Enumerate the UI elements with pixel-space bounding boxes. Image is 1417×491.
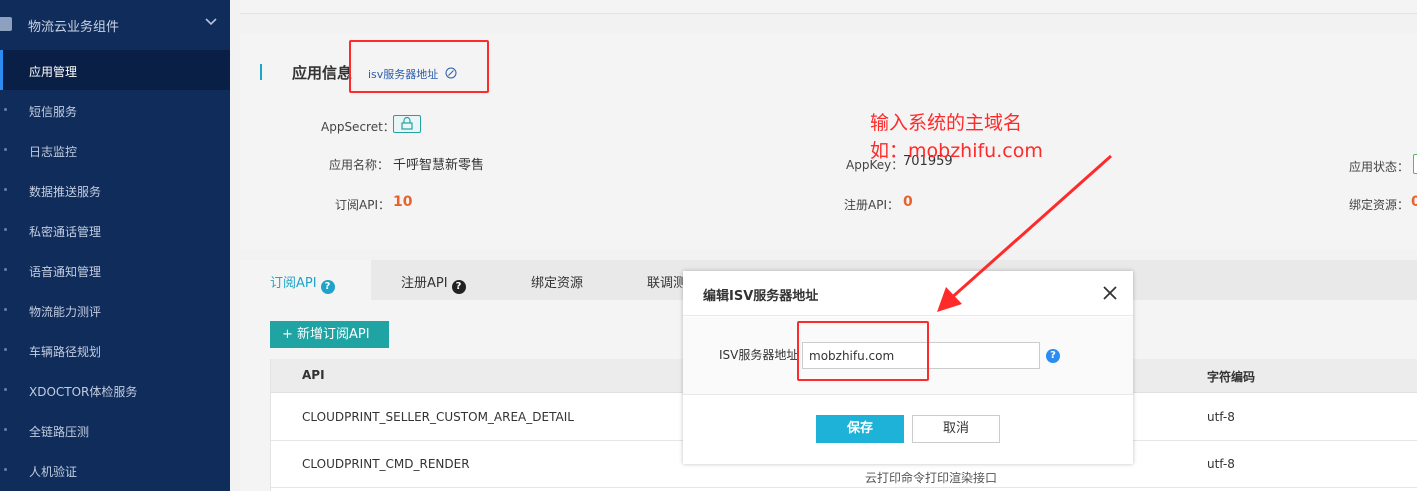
subscribe-api-label: 订阅API：: [335, 198, 390, 212]
bullet-icon: [4, 468, 7, 471]
sidebar-item-label: XDOCTOR体检服务: [29, 385, 138, 399]
sidebar-item-label: 应用管理: [29, 65, 78, 79]
sidebar-item-label: 全链路压测: [29, 425, 90, 439]
section-marker: [260, 64, 262, 80]
tab-subscribe-api[interactable]: 订阅API?: [240, 260, 371, 300]
sidebar-item-sms[interactable]: 短信服务: [0, 90, 230, 130]
app-status-label: 应用状态：: [1349, 160, 1410, 174]
sidebar-item-log-monitor[interactable]: 日志监控: [0, 130, 230, 170]
dialog-title: 编辑ISV服务器地址: [703, 289, 819, 304]
sidebar-item-label: 车辆路径规划: [29, 345, 102, 359]
sidebar-item-label: 语音通知管理: [29, 265, 102, 279]
sidebar-group-label: 物流云业务组件: [28, 20, 120, 35]
sidebar-item-label: 日志监控: [29, 145, 78, 159]
sidebar-item-xdoctor[interactable]: XDOCTOR体检服务: [0, 370, 230, 410]
sidebar-item-logistics-eval[interactable]: 物流能力测评: [0, 290, 230, 330]
bullet-icon: [4, 308, 7, 311]
tab-label: 注册API: [401, 276, 448, 291]
tab-bind-resource[interactable]: 绑定资源: [501, 260, 617, 300]
column-header-api: API: [302, 368, 325, 382]
column-header-encoding: 字符编码: [1207, 370, 1256, 384]
app-name-value: 千呼智慧新零售: [393, 158, 485, 173]
lock-icon: [401, 116, 413, 130]
annotation-line-1: 输入系统的主域名: [870, 112, 1023, 134]
api-name-cell: CLOUDPRINT_CMD_RENDER: [302, 457, 470, 471]
highlight-box-isv-link: [349, 40, 489, 93]
bullet-icon: [4, 108, 7, 111]
app-name-label: 应用名称：: [329, 158, 390, 172]
save-button[interactable]: 保存: [816, 415, 904, 443]
sidebar-item-label: 数据推送服务: [29, 185, 102, 199]
subscribe-api-count: 10: [393, 194, 413, 210]
close-icon[interactable]: [1101, 284, 1119, 302]
sidebar-item-label: 私密通话管理: [29, 225, 102, 239]
section-title: 应用信息: [292, 64, 353, 82]
sidebar-item-data-push[interactable]: 数据推送服务: [0, 170, 230, 210]
bullet-icon: [4, 268, 7, 271]
register-api-count: 0: [903, 194, 913, 210]
appsecret-lock-button[interactable]: [393, 115, 421, 133]
bullet-icon: [4, 188, 7, 191]
sidebar: 物流云业务组件 应用管理 短信服务 日志监控 数据推送服务 私密通话管理 语音通…: [0, 0, 230, 491]
bullet-icon: [4, 148, 7, 151]
bind-resource-count: 0: [1411, 194, 1417, 210]
bullet-icon: [4, 228, 7, 231]
bullet-icon: [4, 388, 7, 391]
bullet-icon: [4, 348, 7, 351]
register-api-label: 注册API：: [844, 198, 899, 212]
sidebar-item-label: 物流能力测评: [29, 305, 102, 319]
puzzle-icon: [0, 17, 12, 31]
highlight-box-isv-input: [797, 321, 929, 381]
tab-label: 联调测: [647, 276, 687, 291]
sidebar-item-load-test[interactable]: 全链路压测: [0, 410, 230, 450]
tab-debug[interactable]: 联调测: [617, 260, 687, 300]
sidebar-item-route-planning[interactable]: 车辆路径规划: [0, 330, 230, 370]
tab-label: 订阅API: [270, 276, 317, 291]
tab-register-api[interactable]: 注册API?: [371, 260, 501, 300]
active-indicator: [0, 50, 3, 90]
encoding-cell: utf-8: [1207, 457, 1235, 471]
sidebar-group-logistics-cloud[interactable]: 物流云业务组件: [0, 0, 230, 50]
dialog-header: 编辑ISV服务器地址: [683, 271, 1133, 316]
app-status-badge: [1413, 154, 1417, 174]
sidebar-item-label: 短信服务: [29, 105, 78, 119]
sidebar-item-voice-notice[interactable]: 语音通知管理: [0, 250, 230, 290]
isv-address-label: ISV服务器地址: [719, 348, 799, 362]
tab-label: 绑定资源: [531, 276, 584, 291]
sidebar-item-private-call[interactable]: 私密通话管理: [0, 210, 230, 250]
bullet-icon: [4, 428, 7, 431]
annotation-line-2: 如：mobzhifu.com: [870, 140, 1043, 162]
appsecret-label: AppSecret：: [321, 120, 395, 134]
bind-resource-label: 绑定资源：: [1349, 198, 1410, 212]
chevron-down-icon[interactable]: [204, 14, 218, 28]
sidebar-item-app-management[interactable]: 应用管理: [0, 50, 230, 90]
add-subscribe-api-button[interactable]: + 新增订阅API: [270, 321, 389, 348]
cancel-button[interactable]: 取消: [912, 415, 1000, 443]
help-icon[interactable]: ?: [320, 280, 335, 294]
help-icon[interactable]: ?: [451, 280, 466, 294]
sidebar-item-captcha[interactable]: 人机验证: [0, 450, 230, 490]
encoding-cell: utf-8: [1207, 410, 1235, 424]
top-panel: [240, 0, 1417, 14]
sidebar-item-label: 人机验证: [29, 465, 78, 479]
api-name-cell: CLOUDPRINT_SELLER_CUSTOM_AREA_DETAIL: [302, 410, 574, 424]
help-icon[interactable]: ?: [1046, 349, 1060, 363]
api-desc-cell: 云打印命令打印渲染接口: [865, 471, 998, 485]
